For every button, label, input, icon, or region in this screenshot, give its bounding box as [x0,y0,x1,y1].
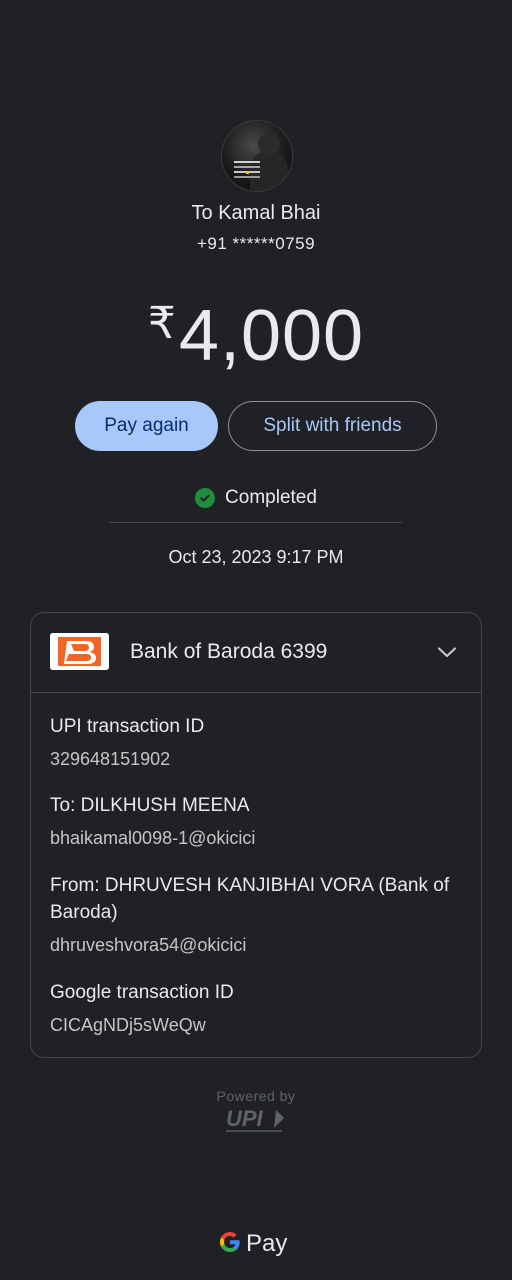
amount-value: 4,000 [178,296,365,376]
split-with-friends-button[interactable]: Split with friends [228,401,437,451]
check-circle-icon [195,488,216,508]
payee-phone: +91 ******0759 [196,234,316,253]
to-upi-id: bhaikamal0098-1@okicici [50,828,256,848]
google-pay-brand: Pay [218,1228,287,1260]
upi-logo: UPI [224,1106,290,1136]
payment-amount: ₹4,000 [0,282,512,378]
svg-text:UPI: UPI [226,1106,264,1131]
transaction-details-card: Bank of Baroda 6399 UPI transaction ID 3… [30,612,482,1058]
bank-account-row[interactable]: Bank of Baroda 6399 [31,613,481,693]
from-label: From: DHRUVESH KANJIBHAI VORA (Bank of B… [50,875,450,923]
bank-account-label: Bank of Baroda 6399 [130,640,328,663]
payee-avatar [221,120,293,192]
pay-again-button[interactable]: Pay again [75,401,218,451]
currency-symbol: ₹ [147,299,177,348]
chevron-down-icon[interactable] [435,640,459,664]
from-upi-id: dhruveshvora54@okicici [50,935,247,955]
bank-of-baroda-logo [50,633,109,670]
google-transaction-id-value: CICAgNDj5sWeQw [50,1015,206,1035]
status-label: Completed [225,487,317,508]
upi-transaction-id-value: 329648151902 [50,749,171,769]
upi-transaction-id-label: UPI transaction ID [50,716,205,737]
powered-by-label: Powered by [216,1088,296,1104]
payment-status: Completed [0,487,512,509]
transaction-datetime: Oct 23, 2023 9:17 PM [168,547,344,567]
transaction-details-screen: To Kamal Bhai +91 ******0759 ₹4,000 Pay … [0,0,512,1280]
divider [109,522,402,523]
to-label: To: DILKHUSH MEENA [50,795,250,816]
gpay-label: Pay [246,1230,288,1257]
google-transaction-id-label: Google transaction ID [50,982,234,1003]
payee-name: To Kamal Bhai [191,202,321,224]
google-g-icon [218,1230,242,1259]
